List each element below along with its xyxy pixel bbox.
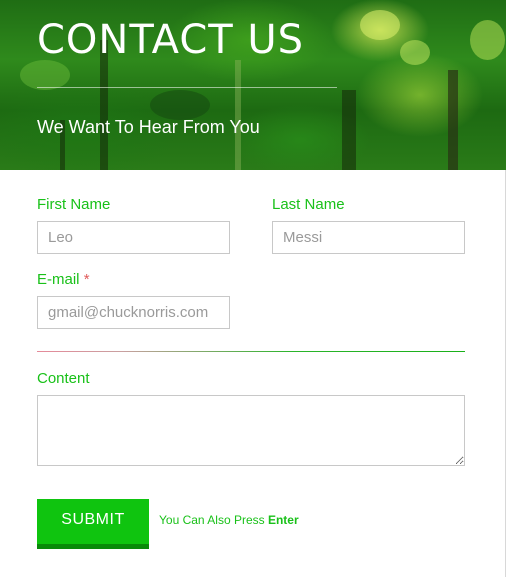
hint-text: You Can Also Press: [159, 513, 265, 527]
title-divider: [37, 87, 337, 88]
first-name-label: First Name: [37, 196, 111, 213]
email-label: E-mail *: [37, 271, 90, 289]
foliage-highlight: [470, 20, 505, 60]
foliage-highlight: [360, 10, 400, 40]
email-label-text: E-mail: [37, 271, 80, 288]
last-name-label: Last Name: [272, 196, 345, 213]
tree-trunk: [235, 60, 241, 170]
last-name-input[interactable]: [272, 221, 465, 254]
tree-trunk: [342, 90, 356, 170]
contact-page: CONTACT US We Want To Hear From You Firs…: [0, 0, 506, 577]
submit-button[interactable]: SUBMIT: [37, 499, 149, 549]
hero-banner: CONTACT US We Want To Hear From You: [0, 0, 506, 170]
section-divider: [37, 351, 465, 352]
submit-hint: You Can Also Press Enter: [159, 513, 299, 527]
content-textarea[interactable]: [37, 395, 465, 466]
required-marker: *: [83, 271, 90, 288]
tree-trunk: [448, 70, 458, 170]
page-subtitle: We Want To Hear From You: [37, 117, 260, 137]
foliage-highlight: [400, 40, 430, 65]
email-input[interactable]: [37, 296, 230, 329]
first-name-input[interactable]: [37, 221, 230, 254]
hint-key: Enter: [267, 513, 299, 527]
page-title: CONTACT US: [37, 17, 305, 63]
content-label: Content: [37, 370, 90, 387]
foliage-highlight: [20, 60, 70, 90]
